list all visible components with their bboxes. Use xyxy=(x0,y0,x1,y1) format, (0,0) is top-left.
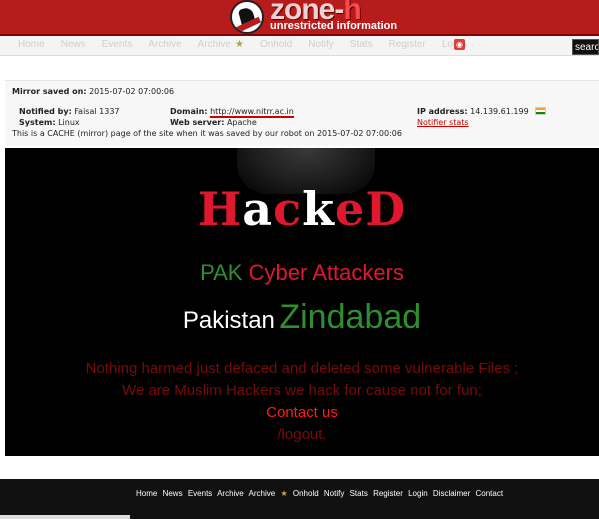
notified-by-label: Notified by: xyxy=(19,107,72,116)
india-flag-icon xyxy=(535,107,547,115)
site-footer: Home News Events Archive Archive ★ Onhol… xyxy=(0,479,599,519)
mirrored-page: HackeD PAK Cyber Attackers Pakistan Zind… xyxy=(5,148,599,456)
system-line: System: Linux xyxy=(19,118,80,127)
notified-by-value: Faisal 1337 xyxy=(74,107,120,116)
logo-mascot-icon xyxy=(230,0,264,34)
system-value: Linux xyxy=(58,118,80,127)
zindabad-text: Zindabad xyxy=(279,298,422,336)
notified-by-line: Notified by: Faisal 1337 xyxy=(19,107,120,116)
site-header: zone-h unrestricted information xyxy=(0,0,599,36)
mirror-saved-label: Mirror saved on: xyxy=(12,87,87,96)
nav-register[interactable]: Register xyxy=(389,39,426,50)
logo-tagline: unrestricted information xyxy=(270,19,398,32)
footer-events[interactable]: Events xyxy=(188,489,212,498)
footer-register[interactable]: Register xyxy=(373,489,403,498)
mirror-saved-value: 2015-07-02 07:00:06 xyxy=(89,87,175,96)
hacked-title: HackeD xyxy=(197,182,407,236)
nav-events[interactable]: Events xyxy=(102,39,133,50)
footer-archive-special[interactable]: Archive xyxy=(249,489,276,498)
ip-address-label: IP address: xyxy=(417,107,468,116)
pak-cyber-attackers: PAK Cyber Attackers xyxy=(5,260,599,286)
pakistan-text: Pakistan xyxy=(182,307,275,334)
message-line-1: Nothing harmed just defaced and deleted … xyxy=(85,360,519,377)
top-navigation: Home News Events Archive Archive ★ Onhol… xyxy=(0,36,599,56)
nav-notify[interactable]: Notify xyxy=(308,39,334,50)
ip-address-value: 14.139.61.199 xyxy=(470,107,529,116)
nav-home[interactable]: Home xyxy=(18,39,45,50)
top-nav-items: Home News Events Archive Archive ★ Onhol… xyxy=(18,39,482,50)
footer-disclaimer[interactable]: Disclaimer xyxy=(433,489,470,498)
horizontal-scrollbar[interactable] xyxy=(0,515,130,519)
logo-text: zone-h unrestricted information xyxy=(270,0,397,32)
footer-login[interactable]: Login xyxy=(408,489,428,498)
rss-icon[interactable]: ◉ xyxy=(454,39,465,50)
star-icon: ★ xyxy=(235,39,244,50)
nav-archive-special[interactable]: Archive xyxy=(198,39,231,50)
contact-us-link[interactable]: Contact us xyxy=(5,404,599,421)
footer-notify[interactable]: Notify xyxy=(324,489,344,498)
domain-label: Domain: xyxy=(170,107,208,116)
system-label: System: xyxy=(19,118,56,127)
message-line-2: We are Muslim Hackers we hack for cause … xyxy=(122,382,482,399)
mirror-saved-line: Mirror saved on: 2015-07-02 07:00:06 xyxy=(12,87,174,96)
footer-news[interactable]: News xyxy=(163,489,183,498)
zone-h-logo[interactable]: zone-h unrestricted information xyxy=(230,0,397,34)
nav-news[interactable]: News xyxy=(61,39,86,50)
notifier-stats-link[interactable]: Notifier stats xyxy=(417,118,469,127)
mirror-info-panel: Mirror saved on: 2015-07-02 07:00:06 Not… xyxy=(5,80,599,146)
nav-stats[interactable]: Stats xyxy=(350,39,373,50)
web-server-label: Web server: xyxy=(170,118,225,127)
footer-onhold[interactable]: Onhold xyxy=(293,489,319,498)
ip-address-line: IP address: 14.139.61.199 xyxy=(417,107,547,116)
search-input[interactable]: search... xyxy=(572,39,599,55)
footer-stats[interactable]: Stats xyxy=(350,489,368,498)
footer-contact[interactable]: Contact xyxy=(475,489,503,498)
footer-star-icon: ★ xyxy=(280,489,288,498)
logout-text: /logout. xyxy=(277,426,327,443)
domain-link[interactable]: http://www.nitrr.ac.in xyxy=(210,107,294,118)
cache-note: This is a CACHE (mirror) page of the sit… xyxy=(12,129,402,138)
cyber-attackers-text: Cyber Attackers xyxy=(248,260,404,285)
footer-archive[interactable]: Archive xyxy=(217,489,244,498)
footer-home[interactable]: Home xyxy=(136,489,157,498)
nav-onhold[interactable]: Onhold xyxy=(260,39,292,50)
web-server-line: Web server: Apache xyxy=(170,118,257,127)
footer-navigation: Home News Events Archive Archive ★ Onhol… xyxy=(136,489,506,498)
nav-archive[interactable]: Archive xyxy=(148,39,181,50)
domain-line: Domain: http://www.nitrr.ac.in xyxy=(170,107,294,118)
pakistan-zindabad: Pakistan Zindabad xyxy=(5,298,599,337)
pak-text: PAK xyxy=(200,260,243,285)
web-server-value: Apache xyxy=(226,118,257,127)
